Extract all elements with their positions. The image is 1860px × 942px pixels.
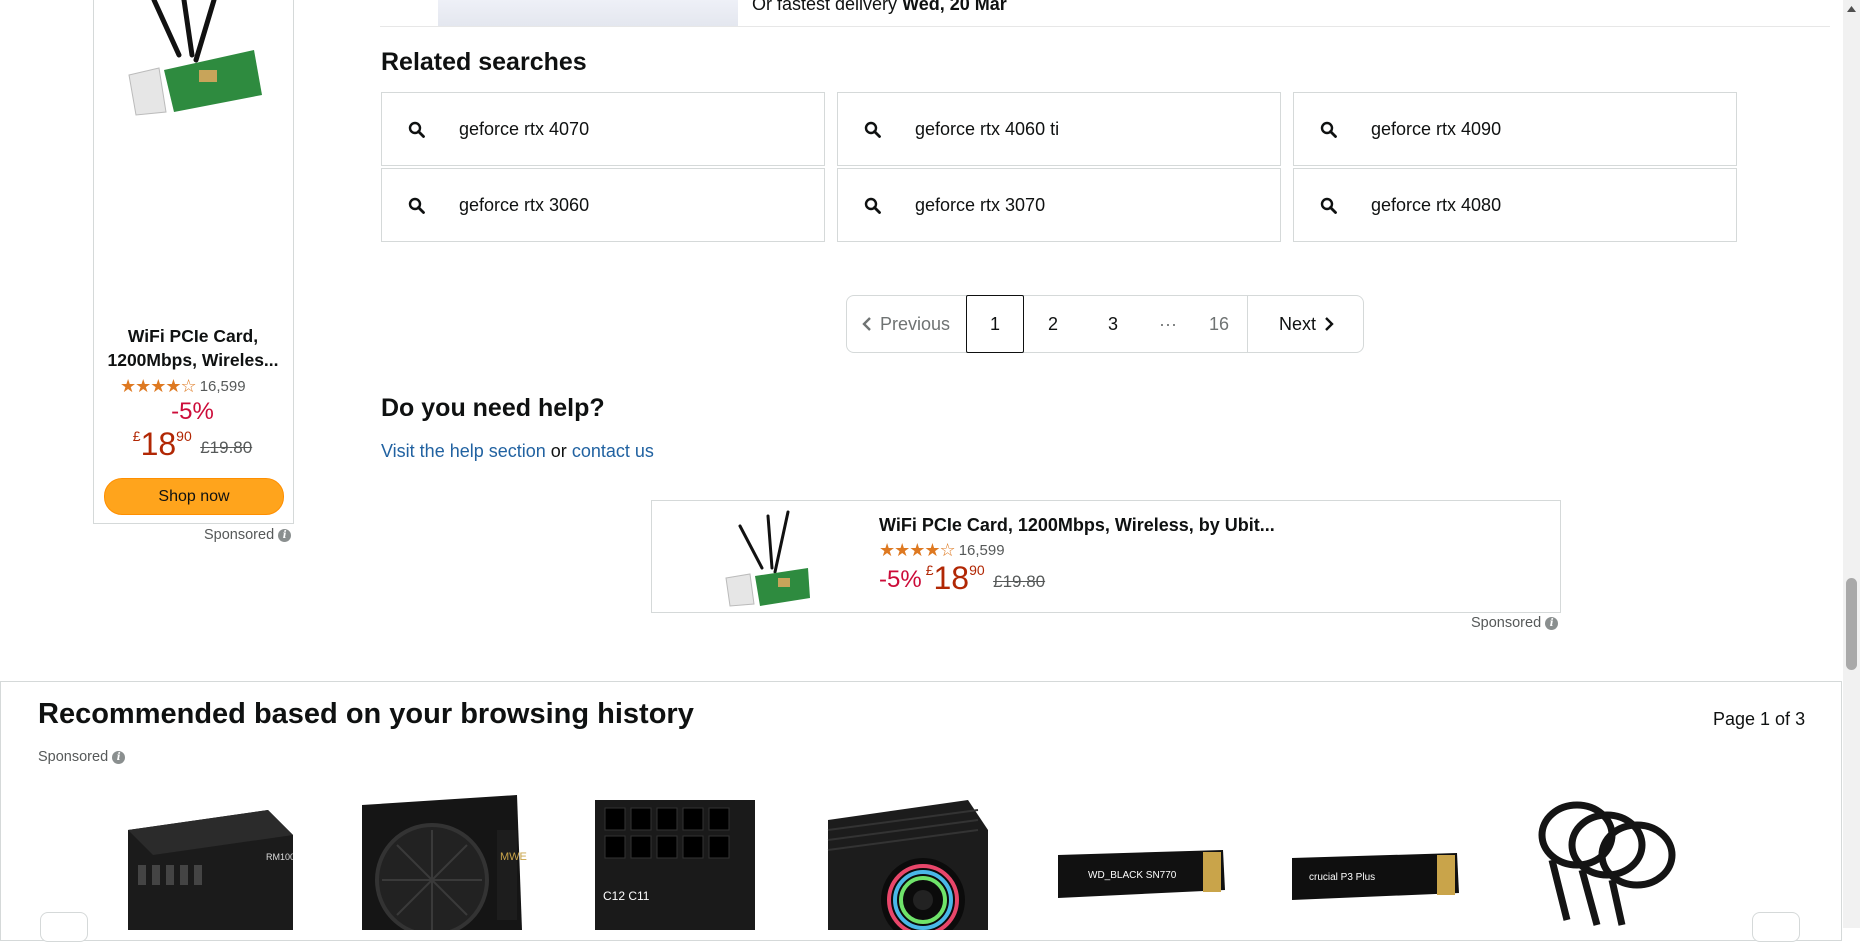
related-search-label: geforce rtx 4070 — [459, 118, 590, 139]
ssd-brand-mark: crucial P3 Plus — [1309, 872, 1375, 883]
next-page-button[interactable]: Next — [1247, 296, 1365, 352]
related-search-label: geforce rtx 4060 ti — [915, 118, 1060, 139]
related-search-item[interactable]: geforce rtx 4070 — [381, 92, 825, 166]
carousel-prev-button[interactable] — [40, 912, 88, 942]
related-search-item[interactable]: geforce rtx 3060 — [381, 168, 825, 242]
sponsored-label: Sponsored — [1471, 615, 1542, 631]
sponsored-label: Sponsored — [38, 749, 109, 765]
search-icon — [1320, 121, 1337, 138]
price-currency: £ — [132, 428, 141, 444]
scrollbar-thumb[interactable] — [1846, 578, 1857, 670]
left-ad-title[interactable]: WiFi PCIe Card, 1200Mbps, Wireles... — [100, 324, 286, 372]
psu-coolermaster-image[interactable]: MWE 850 — [352, 790, 527, 930]
price-fraction: 90 — [176, 428, 192, 444]
adapter-label: C12 C11 — [603, 889, 650, 903]
pagination-ellipsis: ··· — [1159, 313, 1177, 334]
wifi-card-image[interactable] — [720, 506, 812, 608]
search-icon — [408, 121, 425, 138]
star-rating-icon: ★★★★☆ — [879, 540, 956, 561]
related-search-label: geforce rtx 3060 — [459, 194, 590, 215]
previous-label: Previous — [879, 313, 951, 334]
info-icon[interactable]: i — [278, 528, 292, 542]
shop-now-button[interactable]: Shop now — [104, 478, 284, 515]
help-heading: Do you need help? — [381, 394, 605, 422]
banner-ad-review-count: 16,599 — [958, 542, 1005, 559]
help-text: Visit the help section or contact us — [381, 441, 654, 462]
help-section-link[interactable]: Visit the help section — [381, 441, 546, 461]
recommended-sponsored[interactable]: Sponsored i — [38, 749, 126, 765]
related-search-item[interactable]: geforce rtx 4080 — [1293, 168, 1737, 242]
delivery-prefix: Or fastest delivery — [752, 0, 898, 14]
next-label: Next — [1278, 313, 1316, 334]
page-16-label: 16 — [1208, 313, 1230, 334]
related-search-label: geforce rtx 3070 — [915, 194, 1046, 215]
chevron-right-icon — [1325, 317, 1334, 331]
carousel-page-indicator: Page 1 of 3 — [1713, 709, 1806, 729]
left-ad-sponsored[interactable]: Sponsored i — [204, 527, 292, 543]
search-icon — [408, 197, 425, 214]
banner-ad-sponsored[interactable]: Sponsored i — [1471, 615, 1559, 631]
price-whole: 18 — [140, 426, 177, 462]
sata-cables-image[interactable] — [1522, 790, 1697, 930]
scroll-up-arrow-icon[interactable] — [1843, 0, 1860, 17]
wifi-card-image[interactable] — [104, 0, 264, 120]
price-whole: 18 — [933, 560, 970, 596]
ssd-crucial-image[interactable]: crucial P3 Plus — [1287, 790, 1462, 930]
page-scrollbar[interactable] — [1843, 0, 1860, 928]
related-searches-heading: Related searches — [381, 48, 587, 76]
recommended-heading: Recommended based on your browsing histo… — [38, 698, 694, 730]
search-icon — [864, 197, 881, 214]
chevron-left-icon — [862, 317, 871, 331]
related-search-label: geforce rtx 4090 — [1371, 118, 1502, 139]
info-icon[interactable]: i — [1545, 616, 1559, 630]
left-ad-rating[interactable]: ★★★★☆ 16,599 — [120, 376, 246, 397]
banner-ad-title[interactable]: WiFi PCIe Card, 1200Mbps, Wireless, by U… — [879, 515, 1275, 536]
delivery-date: Wed, 20 Mar — [902, 0, 1007, 14]
related-search-item[interactable]: geforce rtx 4090 — [1293, 92, 1737, 166]
left-ad-discount: -5% — [171, 398, 214, 425]
info-icon[interactable]: i — [112, 750, 126, 764]
contact-us-link[interactable]: contact us — [572, 441, 654, 461]
psu-brand-mark: RM1000x — [266, 852, 293, 862]
page-3-button[interactable]: 3 — [1084, 296, 1142, 352]
price-was: £19.80 — [993, 572, 1046, 591]
price-fraction: 90 — [969, 562, 985, 578]
carousel-next-button[interactable] — [1752, 912, 1800, 942]
banner-ad-discount: -5% — [879, 566, 922, 593]
sponsored-label: Sponsored — [204, 527, 275, 543]
banner-ad-rating[interactable]: ★★★★☆ 16,599 — [879, 540, 1005, 561]
search-icon — [864, 121, 881, 138]
psu-brand-mark: MWE 850 — [500, 851, 527, 863]
ssd-brand-mark: WD_BLACK SN770 — [1088, 870, 1177, 881]
help-or-text: or — [550, 441, 567, 461]
previous-result-thumbnail[interactable] — [438, 0, 738, 26]
left-ad-review-count: 16,599 — [199, 378, 246, 395]
related-search-item[interactable]: geforce rtx 3070 — [837, 168, 1281, 242]
search-icon — [1320, 197, 1337, 214]
cpu-cooler-image[interactable] — [818, 790, 993, 930]
left-ad-price: £1890 £19.80 — [93, 426, 292, 463]
previous-page-button[interactable]: Previous — [847, 296, 965, 352]
related-search-label: geforce rtx 4080 — [1371, 194, 1502, 215]
banner-ad-price: -5% £1890 £19.80 — [879, 560, 1045, 597]
price-was: £19.80 — [200, 438, 253, 457]
gpu-adapter-image[interactable]: C12 C11 — [585, 790, 760, 930]
psu-corsair-image[interactable]: RM1000x — [118, 790, 293, 930]
delivery-info: Or fastest delivery Wed, 20 Mar — [752, 0, 1007, 15]
ssd-wd-black-image[interactable]: WD_BLACK SN770 — [1053, 790, 1228, 930]
related-search-item[interactable]: geforce rtx 4060 ti — [837, 92, 1281, 166]
page-1-button[interactable]: 1 — [966, 295, 1024, 353]
star-rating-icon: ★★★★☆ — [120, 376, 197, 397]
pagination: Previous 1 2 3 ··· 16 Next — [846, 295, 1364, 353]
page-2-button[interactable]: 2 — [1024, 296, 1082, 352]
